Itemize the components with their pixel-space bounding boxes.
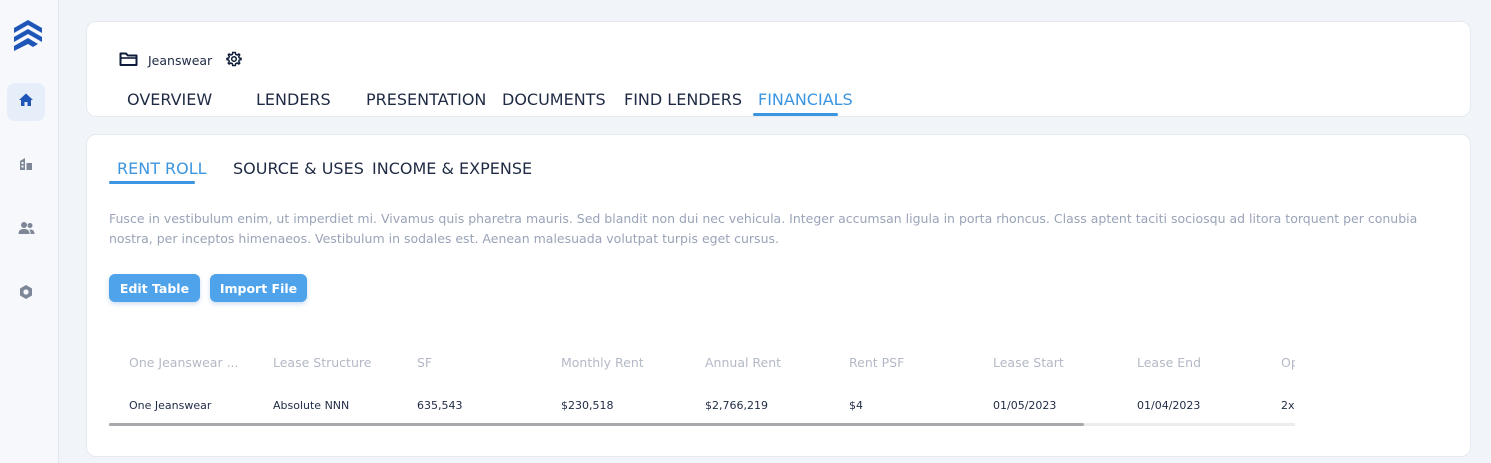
home-icon — [18, 92, 34, 112]
nav-settings[interactable] — [7, 275, 45, 313]
folder-icon — [119, 51, 138, 70]
import-file-button[interactable]: Import File — [210, 274, 307, 302]
settings-hex-icon — [18, 284, 34, 304]
column-header[interactable]: Annual Rent — [705, 355, 781, 370]
table-cell: $2,766,219 — [705, 399, 768, 412]
sidebar — [0, 0, 59, 463]
project-name: Jeanswear — [148, 53, 213, 68]
tab-financials[interactable]: FINANCIALS — [758, 90, 853, 109]
horizontal-scrollbar[interactable] — [109, 423, 1295, 426]
table-cell: 01/04/2023 — [1137, 399, 1201, 412]
table-cell: One Jeanswear — [129, 399, 212, 412]
project-title: Jeanswear — [119, 51, 242, 70]
scrollbar-thumb[interactable] — [109, 423, 1084, 426]
subtab-source-uses[interactable]: SOURCE & USES — [233, 159, 364, 178]
gear-icon[interactable] — [226, 51, 242, 70]
column-header[interactable]: Rent PSF — [849, 355, 904, 370]
nav-properties[interactable] — [7, 147, 45, 185]
table-cell: 635,543 — [417, 399, 463, 412]
subtab-income-expense[interactable]: INCOME & EXPENSE — [372, 159, 532, 178]
financials-card: RENT ROLL SOURCE & USES INCOME & EXPENSE… — [86, 134, 1471, 457]
tab-documents[interactable]: DOCUMENTS — [502, 90, 606, 109]
column-header[interactable]: Lease Start — [993, 355, 1064, 370]
tab-lenders[interactable]: LENDERS — [256, 90, 331, 109]
nav-home[interactable] — [7, 83, 45, 121]
users-icon — [18, 220, 35, 240]
column-header[interactable]: Op — [1281, 355, 1295, 370]
subtab-rent-roll[interactable]: RENT ROLL — [117, 159, 207, 178]
column-header[interactable]: Lease End — [1137, 355, 1201, 370]
rent-roll-table: One Jeanswear ... Lease Structure SF Mon… — [109, 345, 1295, 435]
active-tab-indicator — [753, 113, 838, 116]
column-header[interactable]: Lease Structure — [273, 355, 371, 370]
buildings-icon — [18, 156, 34, 176]
table-cell: 2x — [1281, 399, 1295, 412]
edit-table-button[interactable]: Edit Table — [109, 274, 200, 302]
table-cell: $230,518 — [561, 399, 614, 412]
column-header[interactable]: Monthly Rent — [561, 355, 644, 370]
table-cell: $4 — [849, 399, 863, 412]
tab-presentation[interactable]: PRESENTATION — [366, 90, 486, 109]
rent-roll-description: Fusce in vestibulum enim, ut imperdiet m… — [109, 211, 1418, 246]
table-cell: Absolute NNN — [273, 399, 350, 412]
column-header[interactable]: One Jeanswear ... — [129, 355, 239, 370]
table-cell: 01/05/2023 — [993, 399, 1057, 412]
nav-users[interactable] — [7, 211, 45, 249]
column-header[interactable]: SF — [417, 355, 432, 370]
tab-find-lenders[interactable]: FIND LENDERS — [624, 90, 742, 109]
project-header-card: Jeanswear OVERVIEW LENDERS PRESENTATION … — [86, 21, 1471, 117]
active-subtab-indicator — [109, 181, 195, 184]
brand-logo[interactable] — [11, 16, 45, 52]
tab-overview[interactable]: OVERVIEW — [127, 90, 212, 109]
